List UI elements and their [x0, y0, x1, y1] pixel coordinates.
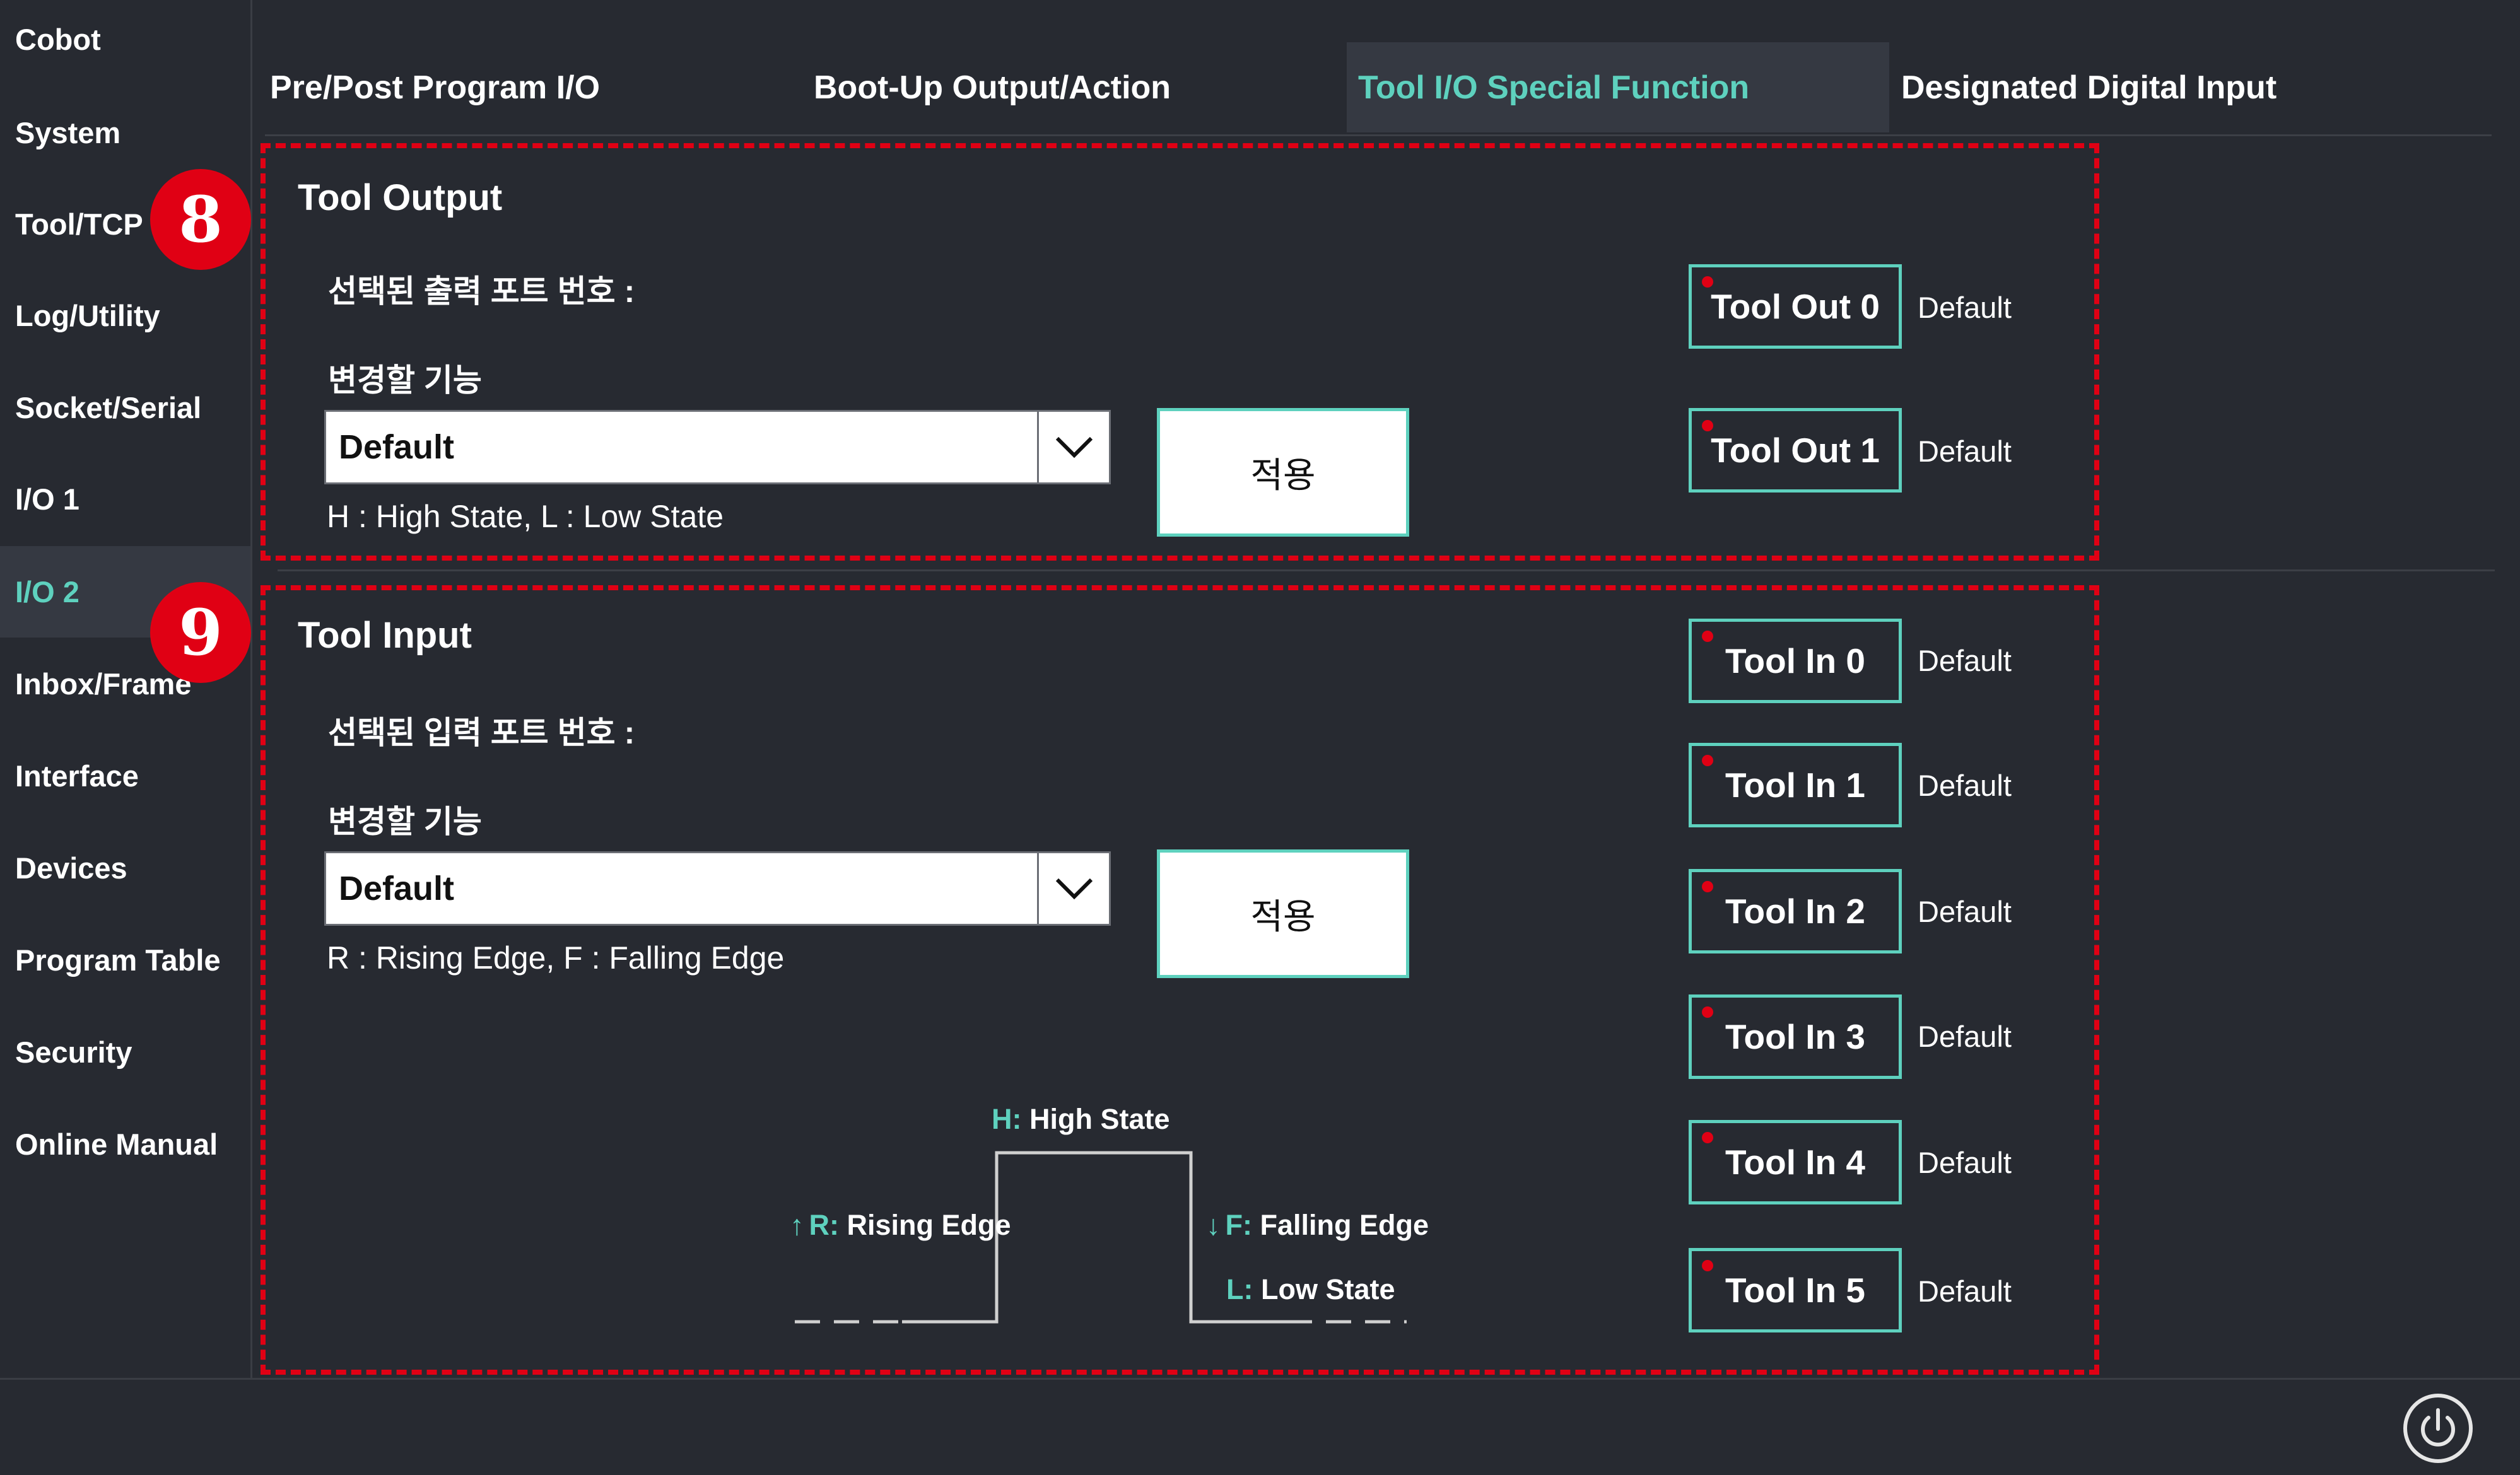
tool-in-2-button[interactable]: Tool In 2: [1689, 869, 1902, 953]
status-dot-icon: [1702, 1006, 1713, 1018]
selected-input-port-label: 선택된 입력 포트 번호 :: [328, 715, 635, 750]
tool-in-1-button[interactable]: Tool In 1: [1689, 743, 1902, 827]
input-apply-button[interactable]: 적용: [1157, 849, 1409, 978]
chevron-down-icon[interactable]: [1037, 412, 1109, 482]
tool-in-4-label: Tool In 4: [1725, 1143, 1865, 1182]
tool-in-1-status: Default: [1918, 769, 2012, 802]
tab-pre-post-program-io[interactable]: Pre/Post Program I/O: [270, 42, 800, 132]
sidebar-item-devices[interactable]: Devices: [0, 822, 250, 914]
tool-in-2-status: Default: [1918, 895, 2012, 928]
tool-in-5-button[interactable]: Tool In 5: [1689, 1248, 1902, 1332]
section-divider: [278, 569, 2495, 571]
sidebar-item-system[interactable]: System: [0, 87, 250, 178]
status-dot-icon: [1702, 631, 1713, 642]
signal-edge-diagram: H: High State ↑ R: Rising Edge ↓ F: Fallin…: [790, 1103, 1429, 1324]
bottom-bar-divider: [0, 1378, 2520, 1380]
tool-in-5-status: Default: [1918, 1274, 2012, 1308]
chevron-down-icon[interactable]: [1037, 853, 1109, 924]
tab-underline: [265, 134, 2492, 136]
sidebar-item-io-1[interactable]: I/O 1: [0, 453, 250, 545]
tool-out-0-label: Tool Out 0: [1711, 287, 1880, 326]
status-dot-icon: [1702, 755, 1713, 766]
tool-in-5-label: Tool In 5: [1725, 1271, 1865, 1310]
rising-edge-label: ↑ R: Rising Edge: [790, 1209, 1011, 1241]
output-function-select[interactable]: Default: [324, 410, 1111, 484]
tool-out-1-label: Tool Out 1: [1711, 431, 1880, 470]
tool-in-2-label: Tool In 2: [1725, 892, 1865, 931]
callout-badge-8: 8: [150, 169, 251, 270]
sidebar-item-cobot[interactable]: Cobot: [0, 0, 250, 85]
tab-tool-io-special-function[interactable]: Tool I/O Special Function: [1347, 42, 1889, 132]
sidebar-item-security[interactable]: Security: [0, 1006, 250, 1098]
sidebar-item-socket-serial[interactable]: Socket/Serial: [0, 362, 250, 453]
power-icon: [2421, 1408, 2455, 1447]
low-state-label: L: Low State: [1226, 1273, 1395, 1305]
falling-edge-label: ↓ F: Falling Edge: [1206, 1209, 1429, 1241]
tool-in-1-label: Tool In 1: [1725, 766, 1865, 805]
status-dot-icon: [1702, 881, 1713, 892]
power-button[interactable]: [2403, 1394, 2473, 1463]
input-hint-text: R : Rising Edge, F : Falling Edge: [327, 940, 785, 976]
output-function-select-value: Default: [339, 428, 455, 466]
selected-output-port-label: 선택된 출력 포트 번호 :: [328, 274, 635, 309]
tool-out-1-button[interactable]: Tool Out 1: [1689, 408, 1902, 493]
callout-badge-9: 9: [150, 582, 251, 683]
tool-out-0-status: Default: [1918, 291, 2012, 324]
sidebar-item-interface[interactable]: Interface: [0, 730, 250, 822]
input-change-function-label: 변경할 기능: [328, 804, 482, 839]
status-dot-icon: [1702, 276, 1713, 288]
tool-in-4-button[interactable]: Tool In 4: [1689, 1120, 1902, 1204]
output-apply-button[interactable]: 적용: [1157, 408, 1409, 537]
tool-in-0-button[interactable]: Tool In 0: [1689, 619, 1902, 703]
status-dot-icon: [1702, 1132, 1713, 1143]
tool-in-0-status: Default: [1918, 644, 2012, 677]
sidebar-item-online-manual[interactable]: Online Manual: [0, 1099, 250, 1190]
input-function-select-value: Default: [339, 870, 455, 907]
output-hint-text: H : High State, L : Low State: [327, 499, 724, 534]
tool-input-title: Tool Input: [298, 615, 472, 656]
tool-in-4-status: Default: [1918, 1146, 2012, 1179]
tab-designated-digital-input[interactable]: Designated Digital Input: [1901, 42, 2381, 132]
tool-in-0-label: Tool In 0: [1725, 641, 1865, 680]
sidebar-item-program-table[interactable]: Program Table: [0, 914, 250, 1006]
tool-in-3-status: Default: [1918, 1020, 2012, 1053]
tool-out-0-button[interactable]: Tool Out 0: [1689, 264, 1902, 349]
high-state-label: H: High State: [992, 1103, 1170, 1135]
tab-boot-up-output-action[interactable]: Boot-Up Output/Action: [814, 42, 1337, 132]
tool-output-title: Tool Output: [298, 177, 503, 218]
tool-out-1-status: Default: [1918, 434, 2012, 468]
tool-in-3-button[interactable]: Tool In 3: [1689, 994, 1902, 1079]
sidebar-item-log-utility[interactable]: Log/Utility: [0, 270, 250, 361]
status-dot-icon: [1702, 1260, 1713, 1271]
output-change-function-label: 변경할 기능: [328, 363, 482, 398]
status-dot-icon: [1702, 420, 1713, 431]
tool-in-3-label: Tool In 3: [1725, 1017, 1865, 1056]
input-function-select[interactable]: Default: [324, 851, 1111, 926]
